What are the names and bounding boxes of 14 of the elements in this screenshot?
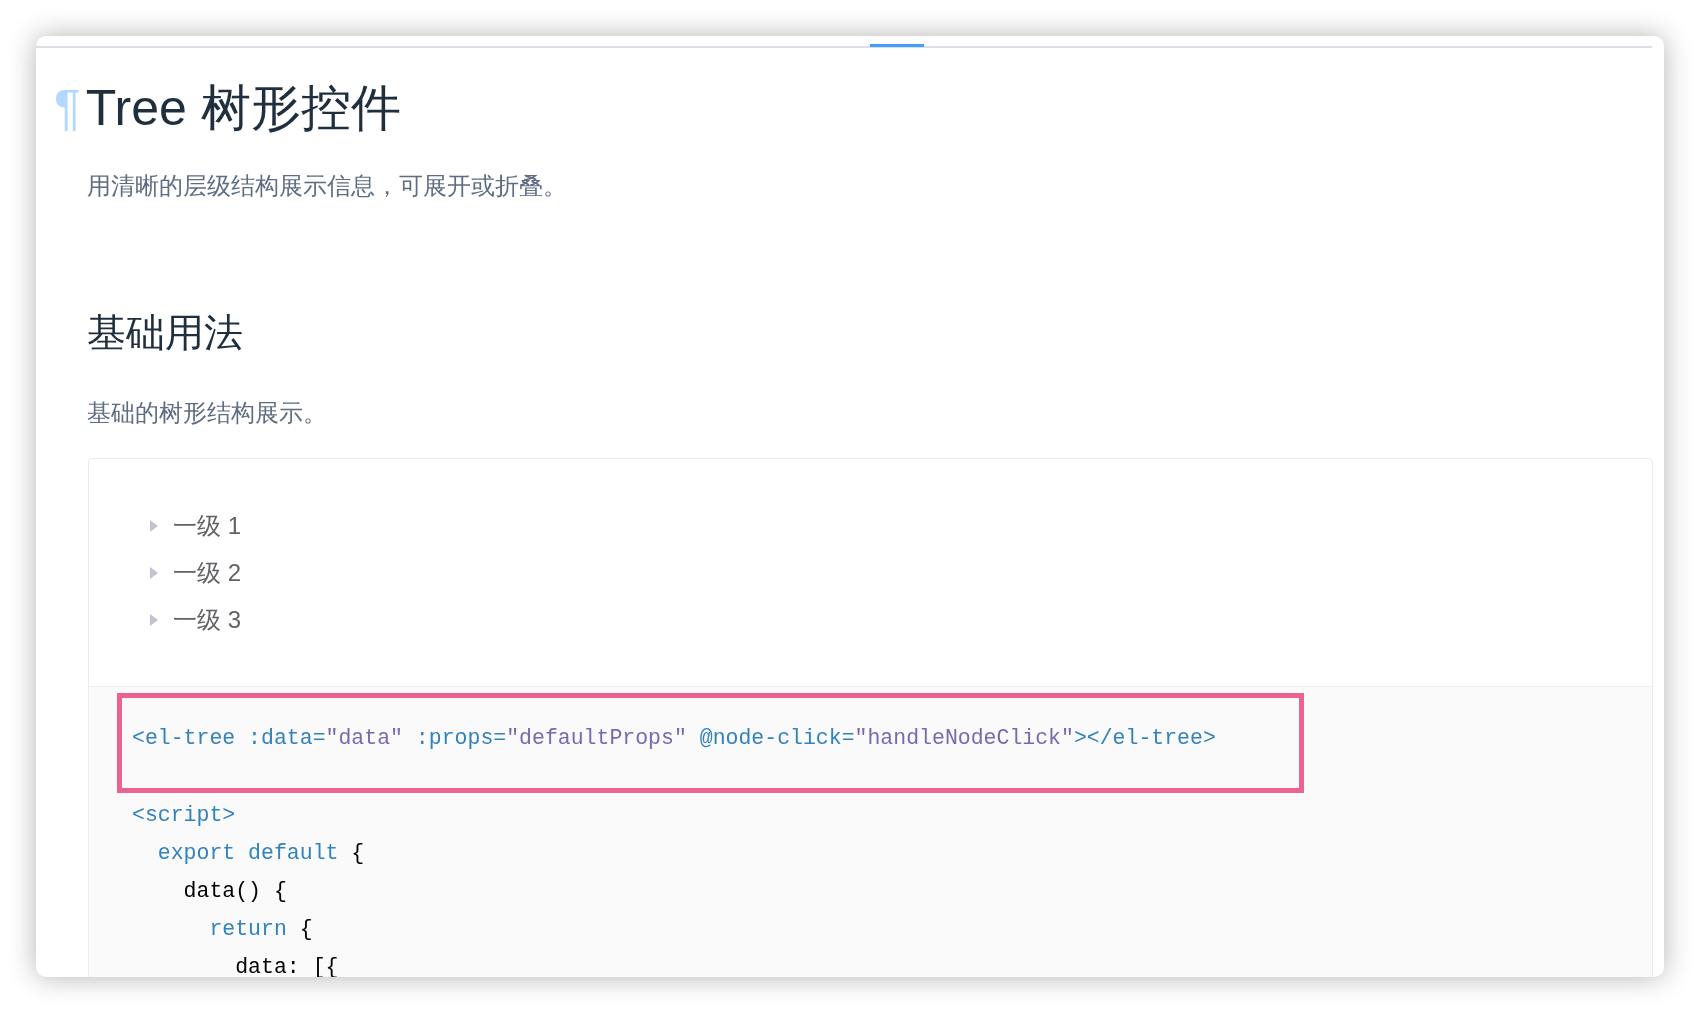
code-line: return { (208, 916, 313, 943)
code-line: data: [{ (234, 954, 339, 977)
page-description: 用清晰的层级结构展示信息，可展开或折叠。 (87, 171, 567, 201)
code-line: <script> (132, 802, 236, 829)
tree-node[interactable]: 一级 1 (150, 502, 241, 549)
tab-indicator (870, 44, 924, 47)
page-title: Tree 树形控件 (85, 79, 401, 138)
section-description: 基础的树形结构展示。 (87, 398, 327, 428)
tree-node[interactable]: 一级 2 (150, 549, 241, 596)
code-line: data() { (182, 878, 287, 905)
code-line: export default { (156, 840, 365, 867)
code-line: <el-tree :data="data" :props="defaultProps" @node-click="handleNodeClick"></el-tree> (132, 725, 1216, 752)
section-heading: 基础用法 (87, 310, 243, 356)
tree-node[interactable]: 一级 3 (150, 596, 241, 643)
